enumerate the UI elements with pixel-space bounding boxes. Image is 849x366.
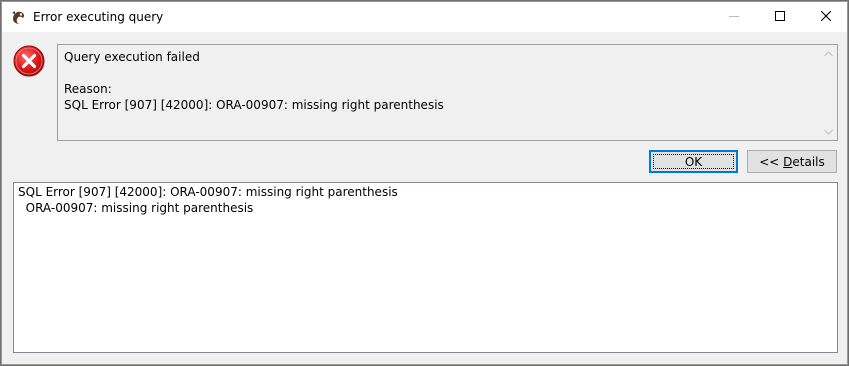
details-button[interactable]: << Details <box>747 150 837 173</box>
error-dialog-window: Error executing query Query execution fa… <box>0 0 849 366</box>
focus-rectangle <box>653 154 734 169</box>
scroll-down-icon[interactable] <box>820 123 837 140</box>
dbeaver-app-icon <box>11 10 26 25</box>
error-message-text: Query execution failed Reason: SQL Error… <box>64 49 817 113</box>
error-message-box[interactable]: Query execution failed Reason: SQL Error… <box>57 44 838 141</box>
title-bar[interactable]: Error executing query <box>2 2 847 32</box>
scroll-up-icon[interactable] <box>820 45 837 62</box>
maximize-button[interactable] <box>757 2 803 32</box>
message-scrollbar[interactable] <box>820 45 837 140</box>
ok-button[interactable]: OK <box>649 150 738 173</box>
window-title: Error executing query <box>33 10 164 24</box>
details-line: SQL Error [907] [42000]: ORA-00907: miss… <box>18 185 398 199</box>
error-icon <box>13 45 45 77</box>
minimize-button[interactable] <box>711 2 757 32</box>
maximize-icon <box>775 10 785 24</box>
reason-text: SQL Error [907] [42000]: ORA-00907: miss… <box>64 98 444 112</box>
error-details-textarea[interactable]: SQL Error [907] [42000]: ORA-00907: miss… <box>13 182 838 353</box>
minimize-icon <box>729 10 739 24</box>
message-heading: Query execution failed <box>64 50 200 64</box>
details-line: ORA-00907: missing right parenthesis <box>18 201 254 215</box>
close-icon <box>820 10 832 24</box>
close-button[interactable] <box>803 2 849 32</box>
details-label: << Details <box>759 154 825 169</box>
error-details-text: SQL Error [907] [42000]: ORA-00907: miss… <box>18 184 833 216</box>
reason-label: Reason: <box>64 82 112 96</box>
